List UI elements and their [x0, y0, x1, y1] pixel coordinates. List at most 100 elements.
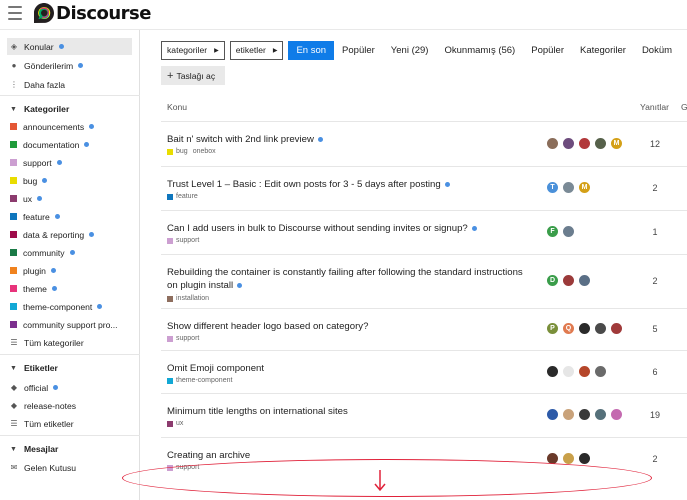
avatar[interactable]: Q [562, 322, 575, 335]
site-logo[interactable]: Discourse [32, 1, 151, 25]
unread-dot-indicator [53, 385, 59, 390]
avatar[interactable]: T [546, 181, 559, 194]
sidebar-item-category[interactable]: announcements [7, 118, 132, 135]
avatar[interactable]: M [578, 181, 591, 194]
sidebar-item-layers[interactable]: ◈ Konular [7, 38, 132, 55]
sidebar-item-category[interactable]: ux [7, 190, 132, 207]
topic-title-link[interactable]: Can I add users in bulk to Discourse wit… [167, 222, 537, 235]
topic-category-badge[interactable]: ux [167, 420, 188, 427]
avatar[interactable] [546, 364, 559, 378]
avatar[interactable] [578, 322, 591, 335]
list-icon: ☰ [10, 419, 18, 428]
sidebar-item-user[interactable]: ● Gönderilerim [7, 57, 132, 74]
inbox-icon: ✉ [10, 463, 18, 472]
sidebar-item-all-categories[interactable]: ☰ Tüm kategoriler [7, 334, 132, 351]
avatar[interactable] [578, 452, 591, 465]
avatar[interactable] [562, 181, 575, 194]
sidebar-item-category[interactable]: feature [7, 208, 132, 225]
unread-dot-indicator [54, 214, 60, 219]
list-icon: ☰ [10, 338, 18, 347]
topic-category-badge[interactable]: feature [167, 193, 203, 200]
avatar[interactable] [594, 136, 607, 150]
sidebar-item-category[interactable]: plugin [7, 262, 132, 279]
sidebar-section-header-tags[interactable]: ▼ Etiketler [7, 361, 132, 375]
avatar[interactable] [578, 136, 591, 150]
sidebar-item-tag[interactable]: ◆ official [7, 379, 132, 396]
nav-tab[interactable]: Yeni (29) [383, 41, 437, 60]
sidebar-section-header-categories[interactable]: ▼ Kategoriler [7, 102, 132, 116]
nav-tab[interactable]: Kategoriler [572, 41, 634, 60]
sidebar-item-category[interactable]: theme-component [7, 298, 132, 315]
avatar[interactable]: D [546, 274, 559, 287]
nav-tab[interactable]: Okunmamış (56) [436, 41, 523, 60]
tags-dropdown[interactable]: etiketler ▶ [229, 40, 284, 60]
sidebar-item-more-vertical[interactable]: ⋮ Daha fazla [7, 76, 132, 93]
category-color-swatch [10, 141, 17, 148]
topic-title-link[interactable]: Bait n' switch with 2nd link preview [167, 133, 537, 146]
avatar[interactable]: M [610, 136, 623, 150]
sidebar-item-category[interactable]: bug [7, 172, 132, 189]
topic-title-link[interactable]: Omit Emoji component [167, 362, 537, 375]
unread-dot-indicator [37, 196, 43, 201]
topic-title-link[interactable]: Rebuilding the container is constantly f… [167, 266, 537, 292]
topic-title-link[interactable]: Show different header logo based on cate… [167, 320, 537, 333]
sidebar-item-category[interactable]: community support pro... [7, 316, 132, 333]
avatar[interactable] [546, 408, 559, 421]
column-header-more[interactable]: G [681, 102, 687, 112]
new-topic-button[interactable]: + Taslağı aç [161, 66, 225, 85]
categories-dropdown[interactable]: kategoriler ▶ [161, 40, 225, 60]
nav-tab[interactable]: Popüler [523, 41, 572, 60]
category-name: ux [176, 420, 184, 427]
topic-tag[interactable]: onebox [193, 148, 216, 155]
topic-title-link[interactable]: Minimum title lengths on international s… [167, 405, 537, 418]
discourse-logo-icon [34, 3, 54, 23]
avatar[interactable] [578, 274, 591, 287]
topic-category-badge[interactable]: support [167, 237, 204, 244]
avatar[interactable] [594, 364, 607, 378]
topic-category-badge[interactable]: theme-component [167, 377, 237, 384]
topic-posters [546, 408, 626, 421]
sidebar-item-inbox[interactable]: ✉ Gelen Kutusu [7, 459, 132, 476]
sidebar-item-category[interactable]: theme [7, 280, 132, 297]
row-divider [161, 166, 687, 167]
avatar[interactable] [594, 408, 607, 421]
avatar[interactable] [562, 225, 575, 238]
topic-category-badge[interactable]: bug onebox [167, 148, 221, 155]
column-header-replies[interactable]: Yanıtlar [640, 102, 669, 112]
sidebar-item-all-tags[interactable]: ☰ Tüm etiketler [7, 415, 132, 432]
column-header-topic[interactable]: Konu [167, 102, 187, 112]
row-divider [161, 393, 687, 394]
sidebar-item-category[interactable]: support [7, 154, 132, 171]
sidebar-item-category[interactable]: data & reporting [7, 226, 132, 243]
topic-title-text: Omit Emoji component [167, 363, 265, 374]
sidebar-item-category[interactable]: community [7, 244, 132, 261]
avatar[interactable]: P [546, 322, 559, 335]
avatar[interactable]: F [546, 225, 559, 238]
topic-category-badge[interactable]: installation [167, 295, 214, 302]
avatar[interactable] [578, 408, 591, 421]
sidebar-item-category[interactable]: documentation [7, 136, 132, 153]
category-color-swatch [167, 295, 173, 302]
nav-tab[interactable]: Doküm [634, 41, 680, 60]
topic-title-link[interactable]: Trust Level 1 – Basic : Edit own posts f… [167, 178, 537, 191]
avatar[interactable] [562, 274, 575, 287]
avatar[interactable] [562, 408, 575, 421]
avatar[interactable] [578, 364, 591, 378]
avatar[interactable] [562, 364, 575, 378]
nav-tab[interactable]: Popüler [334, 41, 383, 60]
avatar[interactable] [594, 322, 607, 335]
topic-category-badge[interactable]: support [167, 335, 204, 342]
new-topic-label: Taslağı aç [176, 70, 216, 81]
sidebar-section-header-messages[interactable]: ▼ Mesajlar [7, 442, 132, 456]
sidebar-item-label: theme-component [23, 301, 93, 312]
topic-title-text: Rebuilding the container is constantly f… [167, 267, 523, 278]
hamburger-menu-icon[interactable] [8, 6, 22, 20]
avatar[interactable] [546, 136, 559, 150]
caret-right-icon: ▶ [272, 47, 278, 54]
nav-tab[interactable]: En son [288, 40, 335, 60]
avatar[interactable] [610, 322, 623, 335]
sidebar-item-tag[interactable]: ◆ release-notes [7, 397, 132, 414]
section-header-label: Etiketler [23, 363, 58, 373]
avatar[interactable] [610, 408, 623, 421]
avatar[interactable] [562, 136, 575, 150]
